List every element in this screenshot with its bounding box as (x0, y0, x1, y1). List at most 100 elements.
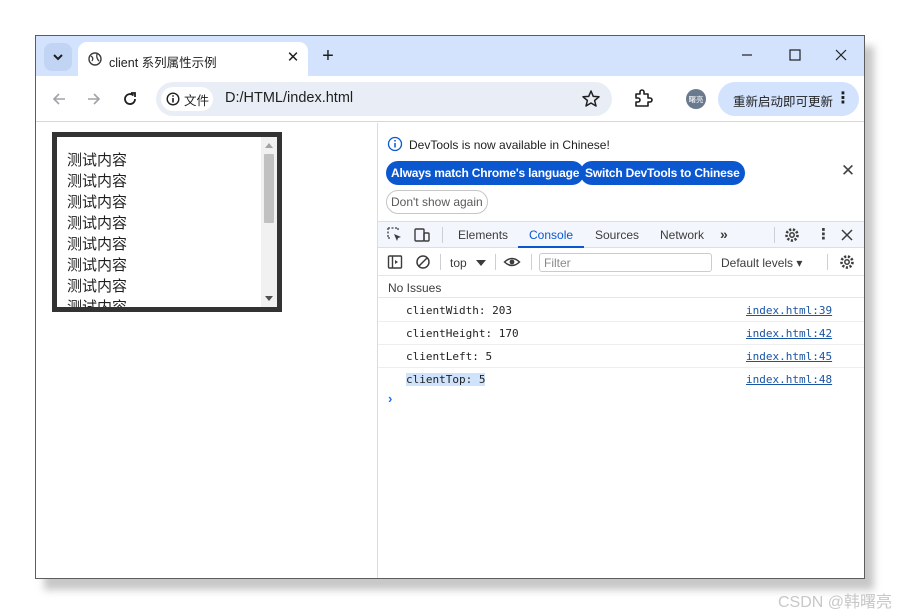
devtools-tab-bar: Elements Console Sources Network » ⋮ (378, 221, 864, 248)
log-source-link[interactable]: index.html:39 (746, 304, 832, 317)
scroll-down-arrow-icon[interactable] (265, 296, 273, 301)
settings-gear-icon[interactable] (783, 226, 801, 244)
tab-sources[interactable]: Sources (595, 228, 639, 242)
tab-search-button[interactable] (44, 43, 72, 71)
console-prompt-chevron-icon[interactable]: › (388, 391, 392, 406)
demo-line: 测试内容 (67, 215, 128, 232)
chevron-down-icon (53, 54, 63, 61)
back-button[interactable] (47, 87, 71, 111)
watermark: CSDN @韩曙亮 (778, 594, 893, 611)
issues-text: No Issues (388, 281, 442, 295)
toolbar-divider (531, 254, 532, 270)
switch-to-chinese-button[interactable]: Switch DevTools to Chinese (580, 161, 745, 185)
device-toolbar-icon[interactable] (413, 226, 431, 244)
arrow-right-icon (88, 93, 101, 105)
vertical-scrollbar[interactable] (261, 137, 277, 307)
log-message-selected: clientTop: 5 (406, 373, 486, 386)
update-button-label: 重新启动即可更新 (733, 95, 834, 109)
console-toolbar: top Filter Default levels ▾ (378, 249, 864, 276)
match-language-button[interactable]: Always match Chrome's language (386, 161, 585, 185)
arrow-left-icon (52, 93, 65, 105)
title-bar: client 系列属性示例 ✕ + (36, 36, 864, 76)
log-message: clientLeft: 5 (406, 350, 493, 363)
info-icon (387, 136, 403, 152)
site-chip-label: 文件 (184, 93, 210, 108)
clear-console-icon[interactable] (414, 253, 432, 271)
info-icon (166, 92, 180, 106)
close-window-button[interactable] (818, 36, 864, 74)
address-bar[interactable]: 文件 D:/HTML/index.html (156, 82, 612, 116)
globe-icon (88, 52, 102, 66)
log-source-link[interactable]: index.html:42 (746, 327, 832, 340)
tab-title: client 系列属性示例 (109, 56, 217, 70)
more-tabs-chevron-icon[interactable]: » (720, 226, 728, 242)
console-settings-gear-icon[interactable] (838, 253, 856, 271)
caret-down-icon[interactable] (472, 255, 490, 273)
notice-close-button[interactable]: ✕ (838, 161, 858, 181)
demo-line: 测试内容 (67, 173, 128, 190)
console-log-row[interactable]: clientHeight: 170 index.html:42 (378, 322, 864, 345)
minimize-button[interactable] (724, 36, 770, 74)
toolbar-divider (442, 227, 443, 243)
reload-button[interactable] (118, 87, 142, 111)
inspect-element-icon[interactable] (386, 226, 404, 244)
toolbar-divider (827, 254, 828, 270)
kebab-menu-icon[interactable]: ⋮ (835, 89, 851, 109)
new-tab-button[interactable]: + (316, 44, 340, 68)
toolbar-divider (440, 254, 441, 270)
demo-line: 测试内容 (67, 236, 128, 253)
tab-elements[interactable]: Elements (458, 228, 508, 242)
console-log-row[interactable]: clientLeft: 5 index.html:45 (378, 345, 864, 368)
scrollbar-thumb[interactable] (264, 154, 274, 223)
demo-line: 测试内容 (67, 194, 128, 211)
browser-tab[interactable]: client 系列属性示例 ✕ (78, 42, 308, 76)
log-levels-dropdown[interactable]: Default levels ▾ (721, 256, 802, 270)
log-message: clientWidth: 203 (406, 304, 512, 317)
demo-line: 测试内容 (67, 299, 128, 312)
site-info-chip[interactable]: 文件 (161, 87, 213, 111)
toolbar-divider (774, 227, 775, 243)
close-icon (835, 49, 847, 61)
forward-button[interactable] (82, 87, 106, 111)
devtools-kebab-menu-icon[interactable]: ⋮ (816, 225, 831, 243)
demo-lines: 测试内容 测试内容 测试内容 测试内容 测试内容 测试内容 测试内容 测试内容 (67, 150, 257, 312)
issues-bar: No Issues (378, 276, 864, 298)
scroll-up-arrow-icon[interactable] (265, 143, 273, 148)
log-source-link[interactable]: index.html:48 (746, 373, 832, 386)
notice-text: DevTools is now available in Chinese! (409, 138, 610, 152)
star-bookmark-icon[interactable] (581, 89, 601, 109)
reload-icon (124, 92, 136, 105)
console-filter-input[interactable]: Filter (539, 253, 712, 272)
console-log-row[interactable]: clientTop: 5 index.html:48 (378, 368, 864, 391)
sidebar-toggle-icon[interactable] (386, 253, 404, 271)
url-text[interactable]: D:/HTML/index.html (225, 90, 353, 106)
maximize-button[interactable] (772, 36, 818, 74)
scroll-demo-box[interactable]: 测试内容 测试内容 测试内容 测试内容 测试内容 测试内容 测试内容 测试内容 (52, 132, 282, 312)
language-notice: DevTools is now available in Chinese! Al… (378, 123, 864, 219)
log-message: clientHeight: 170 (406, 327, 519, 340)
close-devtools-icon[interactable] (838, 226, 856, 244)
browser-toolbar: 文件 D:/HTML/index.html 曙亮 重新启动即可更新 ⋮ (36, 76, 864, 122)
maximize-icon (789, 49, 801, 61)
page-content: 测试内容 测试内容 测试内容 测试内容 测试内容 测试内容 测试内容 测试内容 (36, 123, 377, 578)
minimize-icon (742, 54, 752, 56)
browser-window: client 系列属性示例 ✕ + 文件 D:/HTML/index.html … (35, 35, 865, 579)
tab-network[interactable]: Network (660, 228, 704, 242)
active-tab-indicator (518, 246, 584, 248)
tab-close-button[interactable]: ✕ (284, 49, 302, 67)
dont-show-again-button[interactable]: Don't show again (386, 190, 488, 214)
extensions-puzzle-icon[interactable] (632, 88, 654, 110)
eye-live-expression-icon[interactable] (503, 253, 521, 271)
demo-line: 测试内容 (67, 257, 128, 274)
console-log-row[interactable]: clientWidth: 203 index.html:39 (378, 299, 864, 322)
log-levels-label: Default levels (721, 256, 794, 270)
tab-console[interactable]: Console (529, 228, 573, 242)
demo-line: 测试内容 (67, 278, 128, 295)
demo-line: 测试内容 (67, 152, 128, 169)
log-source-link[interactable]: index.html:45 (746, 350, 832, 363)
update-button[interactable]: 重新启动即可更新 ⋮ (718, 82, 859, 116)
toolbar-divider (495, 254, 496, 270)
profile-avatar[interactable]: 曙亮 (686, 89, 706, 109)
context-selector[interactable]: top (450, 256, 467, 270)
devtools-panel: DevTools is now available in Chinese! Al… (377, 123, 864, 578)
